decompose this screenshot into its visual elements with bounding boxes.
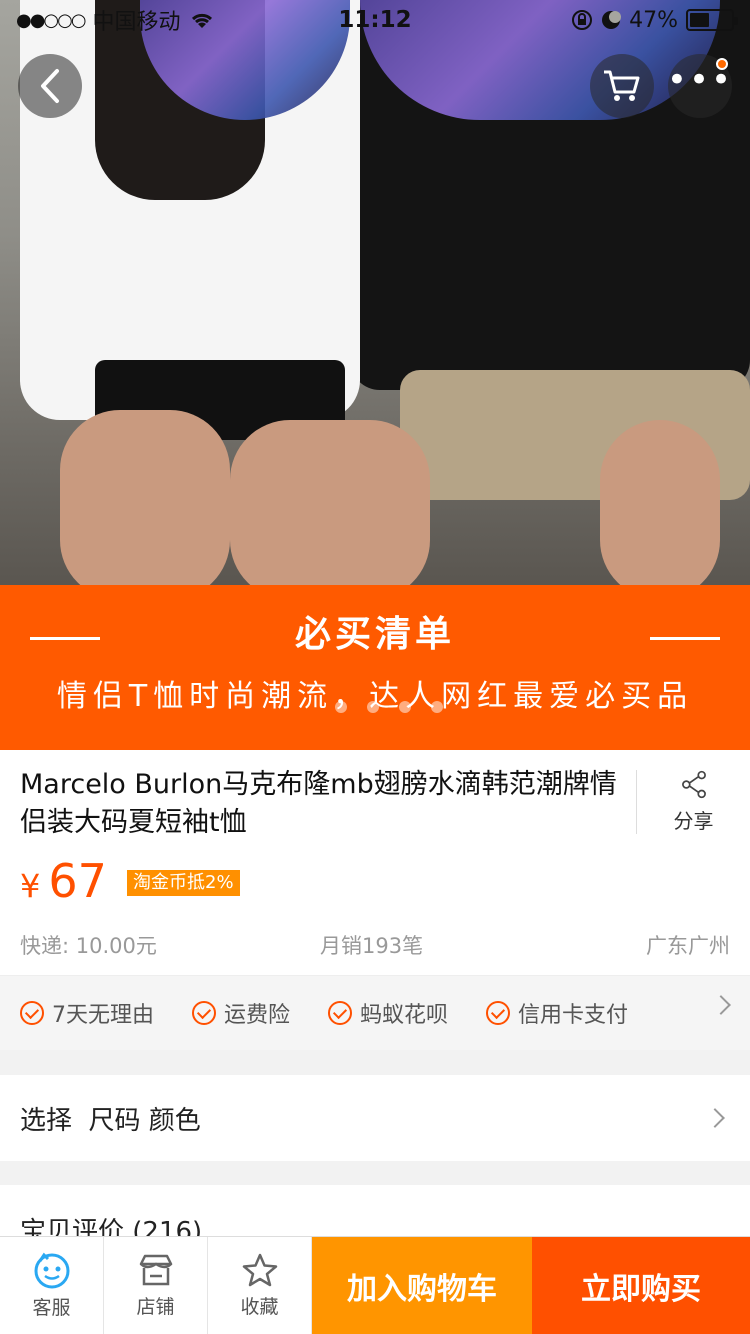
star-icon xyxy=(242,1253,277,1287)
share-label: 分享 xyxy=(673,809,714,833)
share-icon xyxy=(681,770,706,799)
status-right: 47% xyxy=(571,7,738,33)
share-button[interactable]: 分享 xyxy=(636,770,750,834)
status-left: ●●○○○ 中国移动 xyxy=(16,4,215,36)
chevron-right-icon xyxy=(705,1108,725,1128)
signal-strength-icon: ●●○○○ xyxy=(16,9,87,31)
more-button[interactable]: ••• xyxy=(667,54,732,118)
lock-rotation-icon xyxy=(572,10,593,30)
service-item: 7天无理由 xyxy=(20,997,154,1029)
banner-title: 必买清单 xyxy=(294,614,455,655)
chevron-right-icon xyxy=(711,995,731,1015)
battery-icon xyxy=(686,9,738,31)
product-title: Marcelo Burlon马克布隆mb翅膀水滴韩范潮牌情侣装大码夏短袖t恤 xyxy=(20,769,617,838)
service-guarantees[interactable]: 7天无理由 运费险 蚂蚁花呗 信用卡支付 xyxy=(0,975,750,1050)
service-label: 蚂蚁花呗 xyxy=(360,1003,449,1028)
battery-level xyxy=(690,13,709,27)
photo-leg xyxy=(230,420,430,585)
shop-icon xyxy=(139,1254,172,1286)
price-currency: ¥ xyxy=(20,867,41,905)
promo-banner[interactable]: 必买清单 情侣T恤时尚潮流，达人网红最爱必买品 xyxy=(0,585,750,750)
cart-icon xyxy=(604,70,640,101)
buy-now-button[interactable]: 立即购买 xyxy=(532,1237,750,1334)
service-item: 信用卡支付 xyxy=(486,997,628,1029)
product-info: Marcelo Burlon马克布隆mb翅膀水滴韩范潮牌情侣装大码夏短袖t恤 分… xyxy=(0,750,750,975)
price-value: 67 xyxy=(48,854,107,908)
carousel-dot xyxy=(335,701,347,713)
select-sku-row[interactable]: 选择 尺码 颜色 xyxy=(0,1075,750,1161)
favorite-tab[interactable]: 收藏 xyxy=(208,1237,312,1334)
bottom-action-bar: 客服 店铺 收藏 加入购物车 立即购买 xyxy=(0,1236,750,1334)
service-item: 蚂蚁花呗 xyxy=(328,997,448,1029)
moon-icon xyxy=(602,11,622,29)
customer-service-tab[interactable]: 客服 xyxy=(0,1237,104,1334)
shipping-fee: 快递: 10.00元 xyxy=(20,934,157,958)
check-circle-icon xyxy=(192,1001,216,1025)
customer-service-label: 客服 xyxy=(32,1297,71,1319)
select-sku-label: 选择 尺码 颜色 xyxy=(20,1105,201,1136)
service-item: 运费险 xyxy=(192,997,290,1029)
service-label: 运费险 xyxy=(224,1003,291,1028)
check-circle-icon xyxy=(486,1001,511,1025)
shop-tab[interactable]: 店铺 xyxy=(104,1237,208,1334)
check-circle-icon xyxy=(328,1001,353,1025)
wifi-icon xyxy=(191,13,212,28)
notification-dot xyxy=(716,58,728,70)
price: ¥ 67 xyxy=(20,854,107,908)
carousel-dot xyxy=(399,701,411,713)
service-label: 7天无理由 xyxy=(52,1003,154,1028)
back-button[interactable] xyxy=(18,54,82,118)
status-bar: ●●○○○ 中国移动 11:12 47% xyxy=(0,0,750,40)
shop-label: 店铺 xyxy=(136,1296,175,1318)
battery-percent: 47% xyxy=(629,7,678,33)
customer-service-icon xyxy=(34,1252,69,1289)
cart-button[interactable] xyxy=(590,54,654,118)
carousel-dot xyxy=(367,701,379,713)
photo-leg xyxy=(600,420,720,585)
favorite-label: 收藏 xyxy=(240,1296,279,1318)
banner-divider-right xyxy=(650,637,720,640)
chevron-left-icon xyxy=(41,69,59,103)
carousel-dot xyxy=(431,701,443,713)
monthly-sales: 月销193笔 xyxy=(320,934,424,958)
service-label: 信用卡支付 xyxy=(518,1003,629,1028)
photo-leg xyxy=(60,410,230,585)
check-circle-icon xyxy=(20,1001,44,1025)
carousel-indicator xyxy=(335,701,443,713)
coin-discount-badge: 淘金币抵2% xyxy=(127,870,240,896)
add-to-cart-button[interactable]: 加入购物车 xyxy=(312,1237,532,1334)
ship-from-location: 广东广州 xyxy=(646,934,730,958)
carrier-name: 中国移动 xyxy=(92,10,181,35)
